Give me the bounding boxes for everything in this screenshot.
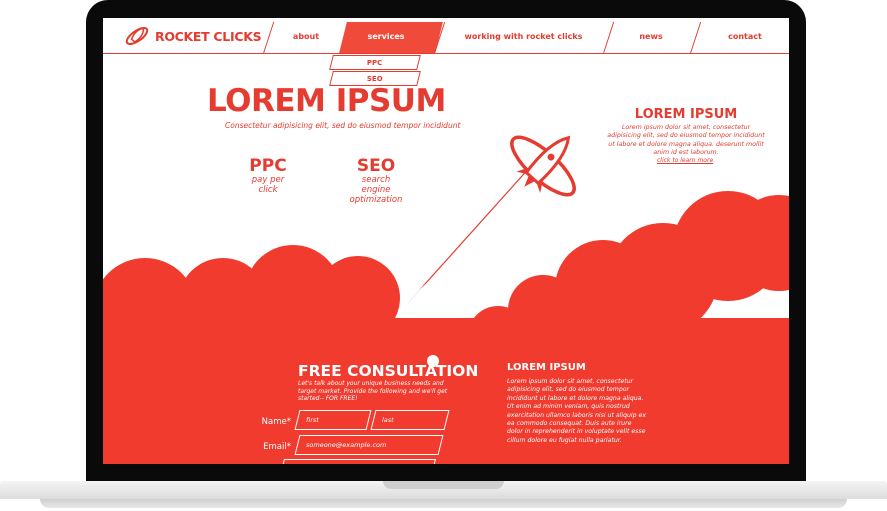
nav-underline [103,53,789,54]
email-field[interactable]: someone@example.com [294,435,444,455]
email-label: Email* [263,442,291,452]
first-placeholder: first [306,416,319,424]
service-seo[interactable]: SEO search engine optimization [343,156,409,206]
service-desc-line: click [258,185,278,195]
hero-subtitle: Consectetur adipisicing elit, sed do eiu… [225,121,461,130]
logo[interactable]: ROCKET CLICKS [123,23,262,49]
nav-about[interactable]: about [271,18,341,54]
nav-divider [689,22,702,54]
email-placeholder: someone@example.com [306,441,387,449]
last-name-field[interactable]: last [370,410,450,430]
hero-title: LOREM IPSUM [207,83,446,119]
name-label: Name* [261,417,291,427]
dropdown-label: SEO [367,74,383,83]
rocket-logo-icon [125,26,149,46]
laptop-base [0,481,887,511]
nav-working-with[interactable]: working with rocket clicks [441,18,606,54]
consultation-title: FREE CONSULTATION [298,362,479,380]
laptop-base-bottom [40,499,847,508]
service-desc-line: engine [361,185,391,195]
service-ppc[interactable]: PPC pay per click [243,156,293,196]
side-title: LOREM IPSUM [634,107,738,122]
website-screen: ROCKET CLICKS about services working wit… [103,18,789,464]
nav-contact[interactable]: contact [701,18,789,54]
service-title: PPC [249,156,287,176]
top-nav: ROCKET CLICKS about services working wit… [103,18,789,54]
rocket-icon [510,135,576,197]
info-title: LOREM IPSUM [507,362,586,373]
info-text: Lorem ipsum dolor sit amet, consectetur … [507,378,647,444]
service-desc-line: pay per [251,175,285,185]
service-desc-line: search [361,175,391,185]
last-placeholder: last [382,416,394,424]
laptop-notch [383,481,504,489]
rocket-trail [407,165,532,304]
nav-news[interactable]: news [611,18,691,54]
service-desc-line: optimization [349,195,403,205]
next-field[interactable] [282,459,436,464]
logo-text: ROCKET CLICKS [155,28,262,44]
side-text: Lorem ipsum dolor sit amet, consectetur … [607,124,765,156]
consultation-text: Let's talk about your unique business ne… [298,380,448,402]
dropdown-item-ppc[interactable]: PPC [329,55,421,70]
service-title: SEO [356,156,396,176]
learn-more-link[interactable]: click to learn more [657,157,713,164]
first-name-field[interactable]: first [294,410,372,430]
dropdown-label: PPC [367,58,383,67]
nav-services[interactable]: services [341,18,431,54]
